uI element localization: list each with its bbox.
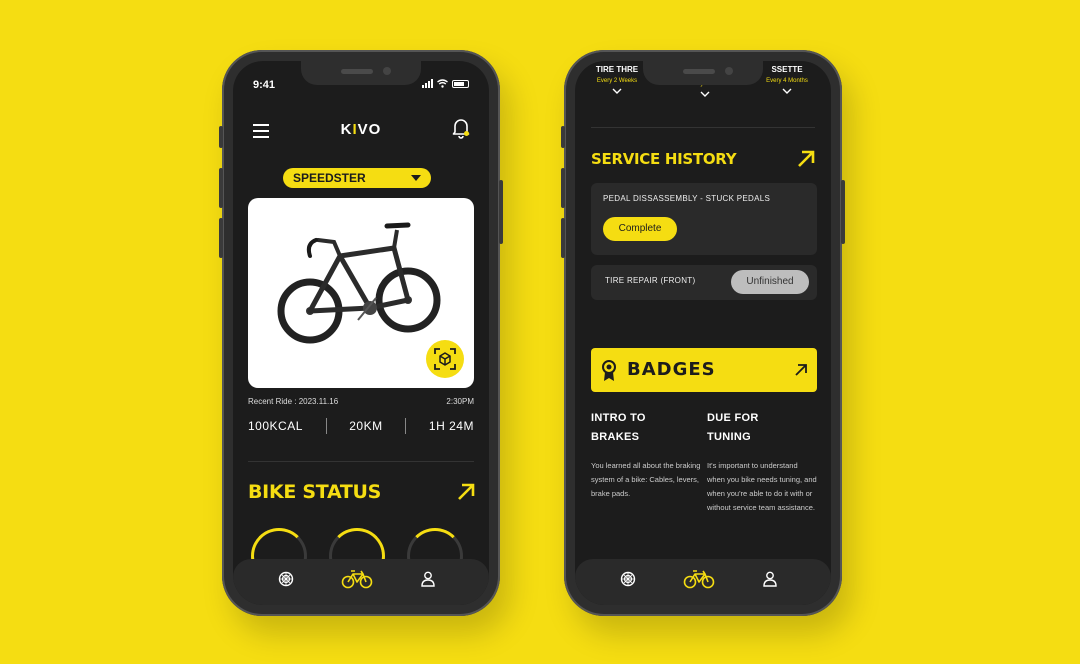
dropdown-caret-icon	[411, 175, 421, 181]
notch	[643, 61, 763, 85]
service-item[interactable]: PEDAL DISSASSEMBLY - STUCK PEDALS Comple…	[591, 183, 817, 255]
phone-left: 9:41 KIVO SPEEDSTER Recent Ride: 2023.1…	[219, 50, 503, 616]
arrow-up-right-icon[interactable]	[795, 364, 807, 376]
kivo-logo: KIVO	[340, 121, 382, 138]
status-badge-complete[interactable]: Complete	[603, 217, 677, 241]
chevron-down-icon[interactable]	[700, 91, 710, 97]
section-divider	[248, 461, 474, 462]
bike-selector-label: SPEEDSTER	[293, 171, 366, 185]
task-frequency: Every 4 Months	[766, 78, 808, 84]
badge-title-line2: BRAKES	[591, 431, 640, 443]
profile-icon[interactable]	[421, 571, 435, 587]
stat-distance: 20KM	[349, 419, 383, 433]
bike-icon[interactable]	[683, 569, 715, 589]
badge-title-line1: DUE FOR	[707, 412, 759, 424]
signal-icon	[422, 79, 433, 88]
notch	[301, 61, 421, 85]
phone-right: TIRE THRE Every 2 Weeks Every Month SSET…	[561, 50, 845, 616]
badge-intro-to-brakes[interactable]: INTRO TO BRAKES You learned all about th…	[591, 409, 701, 501]
chevron-down-icon[interactable]	[612, 88, 622, 94]
badges-title: BADGES	[627, 359, 716, 380]
badge-due-for-tuning[interactable]: DUE FOR TUNING It's important to underst…	[707, 409, 817, 515]
ride-stats: 100KCAL 20KM 1H 24M	[248, 418, 474, 434]
badge-title-line2: TUNING	[707, 431, 751, 443]
stat-duration: 1H 24M	[428, 419, 474, 433]
chevron-down-icon[interactable]	[782, 88, 792, 94]
wifi-icon	[437, 79, 448, 88]
stat-divider	[325, 418, 327, 434]
recent-ride: Recent Ride : 2023.11.16 2:30PM	[248, 397, 474, 406]
app-bar: KIVO	[233, 115, 489, 145]
profile-icon[interactable]	[763, 571, 777, 587]
badge-description: It's important to understand when you bi…	[707, 461, 817, 512]
stat-divider	[405, 418, 407, 434]
home-screen: 9:41 KIVO SPEEDSTER Recent Ride: 2023.1…	[233, 61, 489, 605]
maintenance-screen: TIRE THRE Every 2 Weeks Every Month SSET…	[575, 61, 831, 605]
bike-status-title: BIKE STATUS	[248, 481, 382, 503]
arrow-up-right-icon[interactable]	[797, 150, 815, 168]
task-frequency: Every 2 Weeks	[596, 78, 638, 84]
service-name: PEDAL DISSASSEMBLY - STUCK PEDALS	[603, 194, 771, 203]
wheel-icon[interactable]	[620, 571, 636, 587]
menu-icon[interactable]	[253, 124, 269, 142]
bike-selector-dropdown[interactable]: SPEEDSTER	[283, 168, 431, 188]
section-divider	[591, 127, 815, 128]
bottom-tab-bar	[575, 559, 831, 605]
ar-view-button[interactable]	[426, 340, 464, 378]
bike-icon[interactable]	[341, 569, 373, 589]
wheel-icon[interactable]	[278, 571, 294, 587]
badges-banner[interactable]: BADGES	[591, 348, 817, 392]
bike-status-gauges	[251, 528, 479, 584]
bottom-tab-bar	[233, 559, 489, 605]
stat-calories: 100KCAL	[248, 419, 303, 433]
battery-icon	[452, 80, 469, 88]
ar-cube-icon	[434, 348, 456, 370]
badge-medal-icon	[602, 360, 616, 381]
service-history-title: SERVICE HISTORY	[591, 150, 737, 168]
badge-description: You learned all about the braking system…	[591, 461, 701, 498]
bike-image-card[interactable]	[248, 198, 474, 388]
status-time: 9:41	[253, 79, 276, 91]
service-name: TIRE REPAIR (FRONT)	[605, 276, 696, 285]
badge-title-line1: INTRO TO	[591, 412, 646, 424]
arrow-up-right-icon[interactable]	[457, 483, 475, 501]
status-badge-unfinished[interactable]: Unfinished	[731, 270, 809, 294]
service-item[interactable]: TIRE REPAIR (FRONT) Unfinished	[591, 265, 817, 300]
recent-ride-date: Recent Ride : 2023.11.16	[248, 397, 339, 406]
bell-icon[interactable]	[451, 117, 471, 139]
recent-ride-time: 2:30PM	[446, 397, 474, 406]
